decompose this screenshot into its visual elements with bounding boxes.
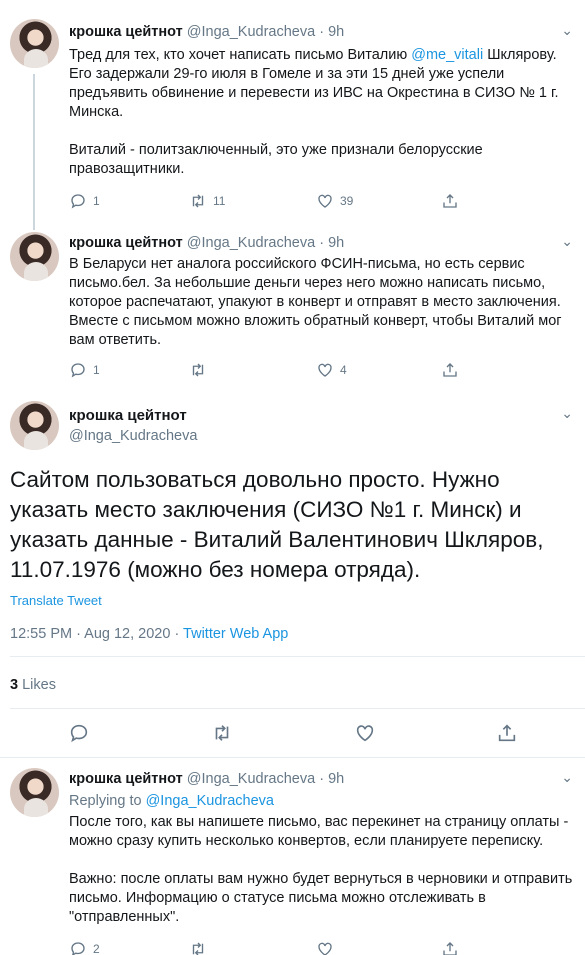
heart-icon <box>318 194 332 208</box>
reply-icon <box>71 194 85 209</box>
replying-to-link[interactable]: @Inga_Kudracheva <box>146 793 274 809</box>
tweet-paragraph: В Беларуси нет аналога российского ФСИН-… <box>69 256 562 348</box>
heart-icon <box>318 363 332 377</box>
text-fragment: Виталий - политзаключенный, это уже приз… <box>69 142 483 177</box>
share-icon <box>443 363 457 377</box>
tweet-actions: 1 4 <box>69 361 469 381</box>
divider <box>10 708 585 709</box>
reply-button[interactable] <box>68 722 90 744</box>
tweet-header: крошка цейтнот @Inga_Kudracheva · 9h <box>69 24 344 40</box>
heart-icon <box>356 725 374 742</box>
share-button[interactable] <box>441 940 459 955</box>
like-count: 4 <box>340 363 347 377</box>
retweet-button[interactable] <box>189 361 213 379</box>
share-button[interactable] <box>441 361 459 379</box>
reply-icon <box>71 942 85 955</box>
reply-icon <box>70 724 88 743</box>
avatar[interactable] <box>10 768 59 817</box>
user-handle[interactable]: @Inga_Kudracheva <box>187 24 315 40</box>
retweet-icon <box>192 194 204 208</box>
tweet-actions: 1 11 39 <box>69 192 469 212</box>
likes-count: 3 <box>10 677 19 693</box>
tweet-text: После того, как вы напишете письмо, вас … <box>69 813 577 927</box>
like-count: 39 <box>340 194 354 208</box>
thread-line <box>33 225 35 230</box>
retweet-button[interactable]: 11 <box>189 192 225 210</box>
display-name[interactable]: крошка цейтнот <box>69 771 183 787</box>
main-tweet: крошка цейтнот @Inga_Kudracheva ⌄ Сайтом… <box>0 385 585 757</box>
avatar[interactable] <box>10 19 59 68</box>
tweet-text: Тред для тех, кто хочет написать письмо … <box>69 46 577 179</box>
tweet-paragraph: Важно: после оплаты вам нужно будет верн… <box>69 871 573 925</box>
timestamp[interactable]: 12:55 PM · Aug 12, 2020 · <box>10 626 183 642</box>
heart-icon <box>318 942 332 955</box>
avatar[interactable] <box>10 401 59 450</box>
display-name[interactable]: крошка цейтнот <box>69 235 183 251</box>
replying-prefix: Replying to <box>69 793 146 809</box>
retweet-button[interactable] <box>211 722 233 744</box>
user-handle[interactable]: @Inga_Kudracheva <box>187 235 315 251</box>
tweet-paragraph: Виталий - политзаключенный, это уже приз… <box>69 141 577 179</box>
translate-tweet-link[interactable]: Translate Tweet <box>10 593 102 608</box>
chevron-down-icon[interactable]: ⌄ <box>561 22 573 39</box>
share-button[interactable] <box>441 192 459 210</box>
reply-icon <box>71 363 85 378</box>
reply-tweet[interactable]: крошка цейтнот @Inga_Kudracheva · 9h ⌄ R… <box>0 758 585 955</box>
tweet-time[interactable]: 9h <box>328 235 344 251</box>
tweet-header: крошка цейтнот @Inga_Kudracheva · 9h <box>69 771 344 787</box>
tweet-paragraph: Тред для тех, кто хочет написать письмо … <box>69 46 577 122</box>
retweet-icon <box>192 942 204 955</box>
chevron-down-icon[interactable]: ⌄ <box>561 769 573 786</box>
retweet-button[interactable] <box>189 940 207 955</box>
reply-count: 2 <box>93 942 100 955</box>
tweet-actions <box>0 722 585 748</box>
share-icon <box>443 194 457 208</box>
source-link[interactable]: Twitter Web App <box>183 626 288 642</box>
tweet-2[interactable]: крошка цейтнот @Inga_Kudracheva · 9h ⌄ В… <box>0 225 585 385</box>
tweet-paragraph: После того, как вы напишете письмо, вас … <box>69 814 569 849</box>
reply-count: 1 <box>93 363 100 377</box>
tweet-text: Сайтом пользоваться довольно просто. Нуж… <box>10 467 544 582</box>
chevron-down-icon[interactable]: ⌄ <box>561 233 573 250</box>
likes-stat[interactable]: 3 Likes <box>10 677 56 693</box>
tweet-meta: 12:55 PM · Aug 12, 2020 · Twitter Web Ap… <box>10 626 288 642</box>
share-button[interactable] <box>496 722 518 744</box>
separator-dot: · <box>319 24 325 40</box>
likes-label: Likes <box>18 677 56 693</box>
tweet-time[interactable]: 9h <box>328 24 344 40</box>
reply-button[interactable]: 1 <box>69 361 100 379</box>
like-button[interactable]: 39 <box>316 192 353 210</box>
replying-to: Replying to @Inga_Kudracheva <box>69 793 274 809</box>
tweet-time[interactable]: 9h <box>328 771 344 787</box>
text-fragment: Тред для тех, кто хочет написать письмо … <box>69 47 412 63</box>
retweet-icon <box>215 725 229 741</box>
separator-dot: · <box>319 771 325 787</box>
display-name[interactable]: крошка цейтнот <box>69 407 187 424</box>
chevron-down-icon[interactable]: ⌄ <box>561 405 573 422</box>
share-icon <box>443 942 457 955</box>
divider <box>10 656 585 657</box>
user-handle[interactable]: @Inga_Kudracheva <box>69 428 197 444</box>
tweet-header: крошка цейтнот @Inga_Kudracheva · 9h <box>69 235 344 251</box>
retweet-icon <box>192 363 204 377</box>
mention-link[interactable]: @me_vitali <box>411 47 483 63</box>
reply-button[interactable]: 2 <box>69 940 100 955</box>
reply-button[interactable]: 1 <box>69 192 100 210</box>
user-handle[interactable]: @Inga_Kudracheva <box>187 771 315 787</box>
thread-line <box>33 74 35 225</box>
share-icon <box>498 724 516 742</box>
tweet-text: В Беларуси нет аналога российского ФСИН-… <box>69 255 577 350</box>
separator-dot: · <box>319 235 325 251</box>
retweet-count: 11 <box>213 194 226 208</box>
reply-count: 1 <box>93 194 100 208</box>
tweet-actions: 2 <box>69 940 469 955</box>
display-name[interactable]: крошка цейтнот <box>69 24 183 40</box>
avatar[interactable] <box>10 232 59 281</box>
like-button[interactable] <box>354 722 376 744</box>
like-button[interactable]: 4 <box>316 361 347 379</box>
tweet-1[interactable]: крошка цейтнот @Inga_Kudracheva · 9h ⌄ Т… <box>0 0 585 225</box>
like-button[interactable] <box>316 940 334 955</box>
